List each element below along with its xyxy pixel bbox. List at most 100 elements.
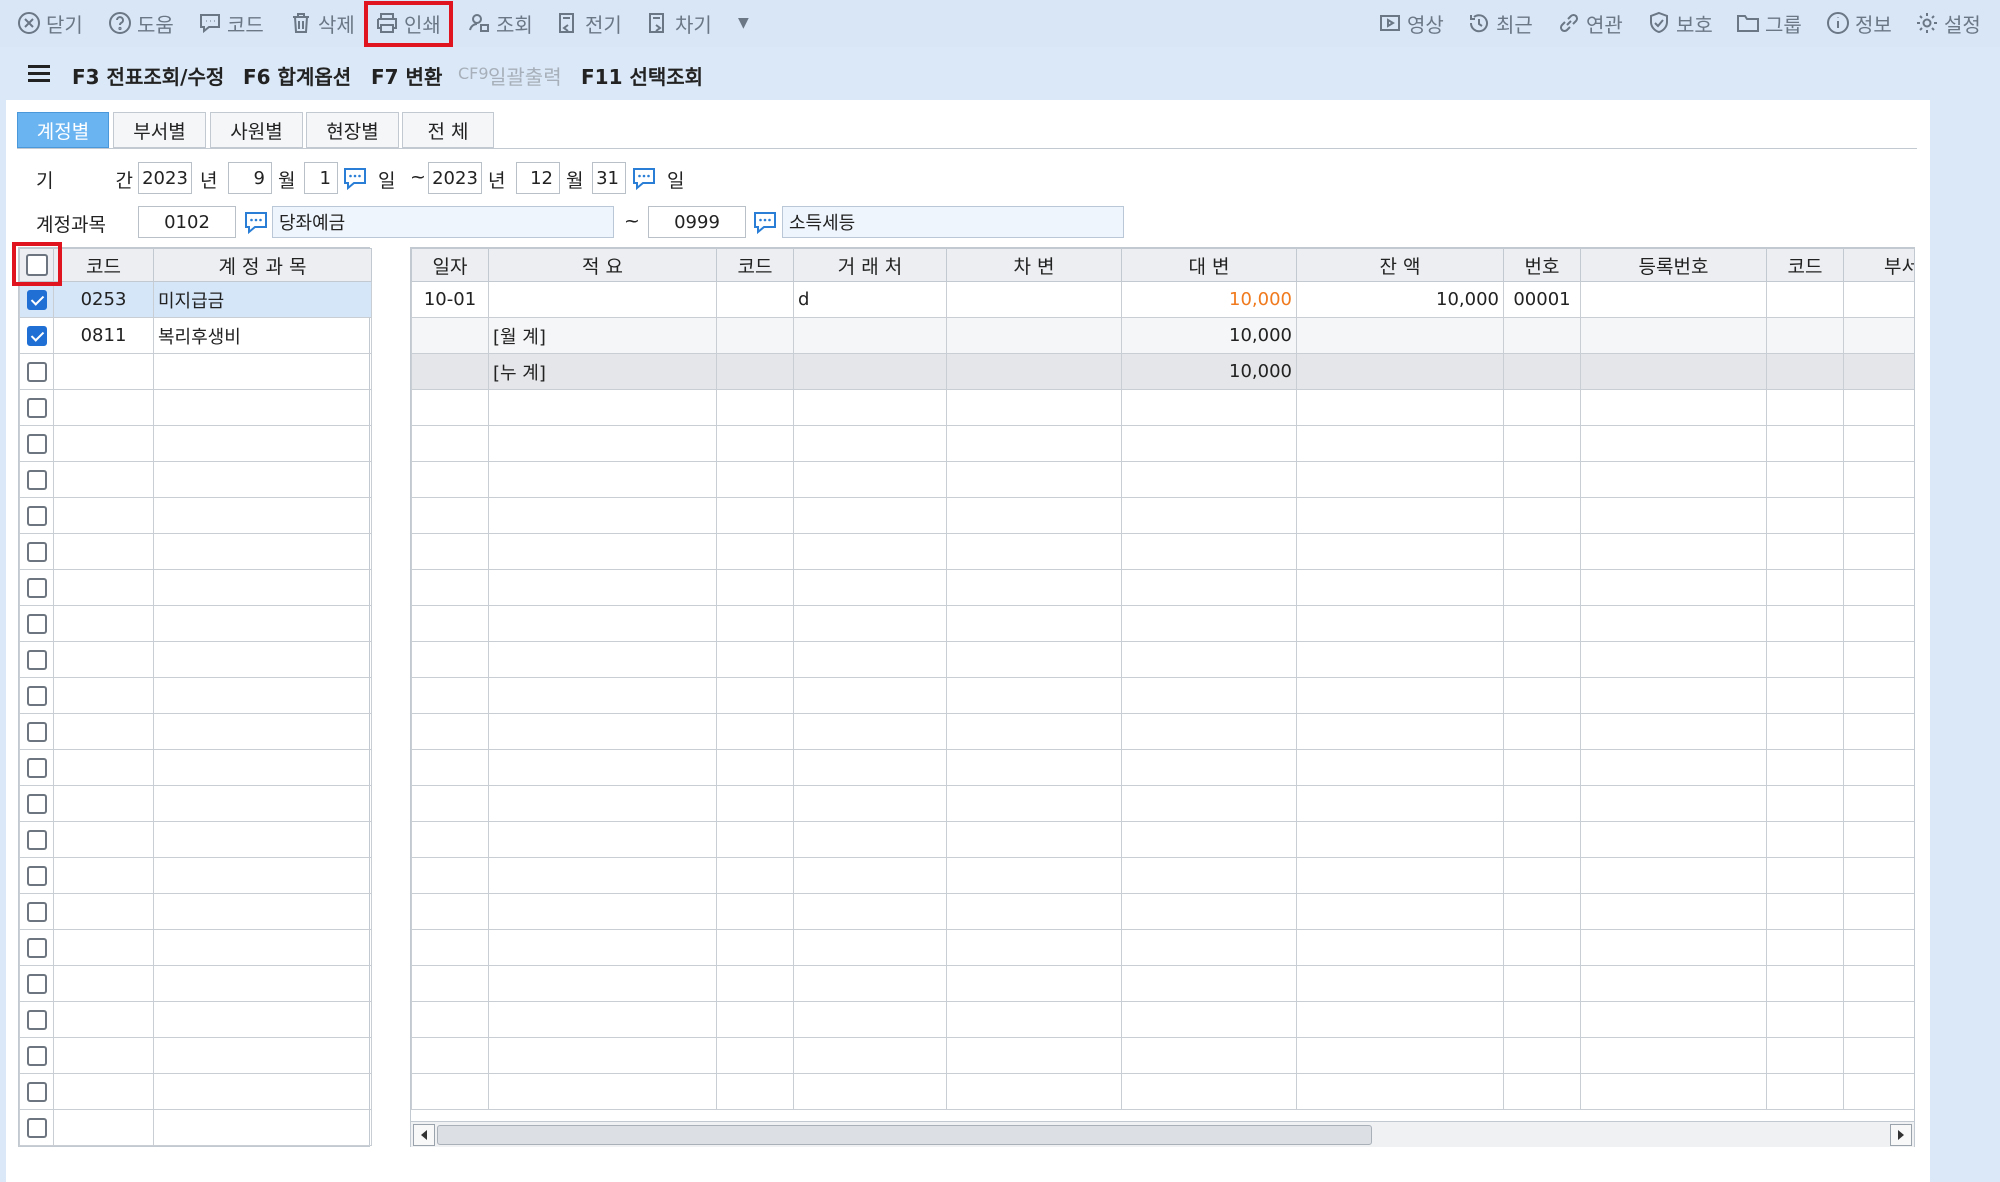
tab-by-site[interactable]: 현장별 — [306, 112, 399, 148]
recent-button[interactable]: 최근 — [1466, 8, 1533, 38]
account-row[interactable] — [19, 893, 372, 930]
account-row[interactable] — [19, 497, 372, 534]
protect-button[interactable]: 보호 — [1646, 8, 1713, 38]
ledger-row[interactable] — [411, 965, 1914, 1002]
horizontal-scrollbar[interactable] — [411, 1121, 1914, 1147]
ledger-row[interactable] — [411, 533, 1914, 570]
row-checkbox[interactable] — [26, 506, 47, 526]
row-checkbox-cell[interactable] — [19, 641, 54, 678]
row-checkbox-cell[interactable] — [19, 785, 54, 822]
row-checkbox-cell[interactable] — [19, 929, 54, 966]
tab-by-department[interactable]: 부서별 — [113, 112, 206, 148]
from-day-input[interactable]: 1 — [304, 162, 338, 194]
row-checkbox[interactable] — [26, 938, 47, 958]
row-checkbox[interactable] — [26, 686, 47, 706]
row-checkbox-cell[interactable] — [19, 533, 54, 570]
row-checkbox[interactable] — [26, 434, 47, 454]
account-row[interactable] — [19, 749, 372, 786]
ledger-row[interactable]: [월 계] 10,000 — [411, 317, 1914, 354]
related-button[interactable]: 연관 — [1556, 8, 1623, 38]
delete-button[interactable]: 삭제 — [288, 8, 355, 38]
account-row[interactable] — [19, 641, 372, 678]
from-account-code-input[interactable]: 0102 — [138, 206, 236, 238]
row-checkbox[interactable] — [26, 614, 47, 634]
row-checkbox-cell[interactable] — [19, 965, 54, 1002]
scroll-right-button[interactable] — [1890, 1124, 1912, 1146]
row-checkbox-cell[interactable] — [19, 677, 54, 714]
row-checkbox[interactable] — [26, 290, 47, 310]
row-checkbox-cell[interactable] — [19, 713, 54, 750]
row-checkbox[interactable] — [26, 1082, 47, 1102]
ledger-row[interactable] — [411, 1001, 1914, 1038]
account-row[interactable] — [19, 569, 372, 606]
more-dropdown[interactable]: ▼ — [738, 8, 749, 38]
ledger-row[interactable] — [411, 605, 1914, 642]
account-row[interactable] — [19, 1001, 372, 1038]
ledger-row[interactable] — [411, 857, 1914, 894]
row-checkbox-cell[interactable] — [19, 569, 54, 606]
next-button[interactable]: 차기 — [645, 8, 712, 38]
row-checkbox[interactable] — [26, 542, 47, 562]
row-checkbox-cell[interactable] — [19, 317, 54, 354]
ledger-row[interactable] — [411, 389, 1914, 426]
ledger-row[interactable] — [411, 497, 1914, 534]
row-checkbox-cell[interactable] — [19, 605, 54, 642]
ledger-row[interactable] — [411, 1037, 1914, 1074]
row-checkbox[interactable] — [26, 830, 47, 850]
row-checkbox-cell[interactable] — [19, 389, 54, 426]
ledger-row[interactable] — [411, 677, 1914, 714]
row-checkbox-cell[interactable] — [19, 893, 54, 930]
group-button[interactable]: 그룹 — [1735, 8, 1802, 38]
account-row[interactable] — [19, 965, 372, 1002]
row-checkbox-cell[interactable] — [19, 425, 54, 462]
row-checkbox-cell[interactable] — [19, 1001, 54, 1038]
ledger-row[interactable] — [411, 929, 1914, 966]
ledger-row[interactable] — [411, 461, 1914, 498]
close-button[interactable]: 닫기 — [16, 8, 83, 38]
row-checkbox-cell[interactable] — [19, 281, 54, 318]
f3-voucher-edit-button[interactable]: F3 전표조회/수정 — [72, 61, 224, 90]
ledger-row[interactable] — [411, 1073, 1914, 1110]
search-button[interactable]: 조회 — [466, 8, 533, 38]
video-button[interactable]: 영상 — [1377, 8, 1444, 38]
hamburger-menu-icon[interactable] — [28, 65, 50, 83]
row-checkbox[interactable] — [26, 902, 47, 922]
cf9-batch-print-button[interactable]: 일괄출력 — [488, 61, 562, 90]
ledger-row[interactable] — [411, 425, 1914, 462]
info-button[interactable]: 정보 — [1825, 8, 1892, 38]
ledger-row[interactable] — [411, 569, 1914, 606]
row-checkbox[interactable] — [26, 794, 47, 814]
ledger-row[interactable] — [411, 821, 1914, 858]
from-year-input[interactable]: 2023 — [138, 162, 192, 194]
account-row[interactable] — [19, 929, 372, 966]
row-checkbox[interactable] — [26, 974, 47, 994]
row-checkbox[interactable] — [26, 398, 47, 418]
row-checkbox[interactable] — [26, 470, 47, 490]
from-account-search-icon[interactable] — [243, 209, 269, 235]
from-date-picker-icon[interactable] — [342, 165, 368, 191]
row-checkbox-cell[interactable] — [19, 497, 54, 534]
scroll-thumb[interactable] — [437, 1125, 1372, 1145]
account-row[interactable] — [19, 857, 372, 894]
to-account-search-icon[interactable] — [752, 209, 778, 235]
tab-by-employee[interactable]: 사원별 — [210, 112, 303, 148]
tab-all[interactable]: 전 체 — [402, 112, 494, 148]
row-checkbox[interactable] — [26, 578, 47, 598]
ledger-row[interactable]: 10-01 d 10,000 10,000 00001 — [411, 281, 1914, 318]
ledger-row[interactable] — [411, 641, 1914, 678]
to-date-picker-icon[interactable] — [631, 165, 657, 191]
row-checkbox-cell[interactable] — [19, 857, 54, 894]
row-checkbox[interactable] — [26, 1010, 47, 1030]
row-checkbox[interactable] — [26, 650, 47, 670]
account-row[interactable] — [19, 461, 372, 498]
to-year-input[interactable]: 2023 — [428, 162, 482, 194]
row-checkbox-cell[interactable] — [19, 1037, 54, 1074]
account-row[interactable] — [19, 533, 372, 570]
account-row[interactable] — [19, 1109, 372, 1146]
row-checkbox-cell[interactable] — [19, 749, 54, 786]
account-row[interactable] — [19, 425, 372, 462]
row-checkbox[interactable] — [26, 362, 47, 382]
ledger-row[interactable] — [411, 893, 1914, 930]
ledger-row[interactable]: [누 계] 10,000 — [411, 353, 1914, 390]
scroll-left-button[interactable] — [413, 1124, 435, 1146]
